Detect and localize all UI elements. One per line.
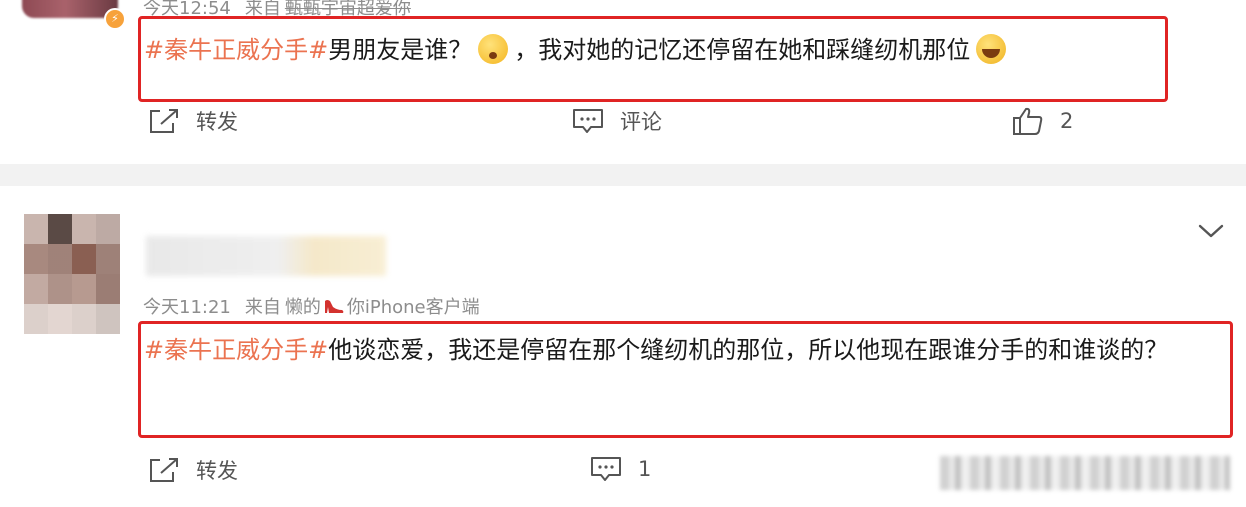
- verified-badge-icon: ⚡: [104, 8, 126, 30]
- comment-icon: [591, 457, 621, 481]
- repost-label: 转发: [196, 459, 238, 483]
- watermark-redacted: [940, 456, 1230, 490]
- topic-link[interactable]: #秦牛正威分手#: [144, 336, 328, 364]
- post-text: 他谈恋爱，我还是停留在那个缝纫机的那位，所以他现在跟谁分手的和谁谈的？: [328, 336, 1169, 364]
- post-separator: [0, 164, 1246, 186]
- comment-button[interactable]: 1: [590, 455, 651, 483]
- avatar[interactable]: [24, 214, 120, 334]
- post-text: ，我对她的记忆还停留在她和踩缝纫机那位: [514, 36, 971, 64]
- source-prefix: 来自: [244, 297, 281, 318]
- comment-label: 评论: [620, 110, 662, 134]
- chevron-down-icon: [1198, 224, 1224, 238]
- expand-button[interactable]: [1198, 222, 1224, 244]
- thumbs-up-icon: [1013, 107, 1043, 135]
- comment-count: 1: [638, 457, 652, 481]
- post-content: #秦牛正威分手#他谈恋爱，我还是停留在那个缝纫机的那位，所以他现在跟谁分手的和谁…: [144, 330, 1220, 370]
- comment-button[interactable]: 评论: [572, 106, 662, 136]
- post-time: 今天11:21: [143, 297, 231, 318]
- repost-button[interactable]: 转发: [148, 455, 238, 485]
- source-name[interactable]: 懒的: [285, 297, 321, 318]
- like-button[interactable]: 2: [1012, 106, 1073, 136]
- repost-button[interactable]: 转发: [148, 106, 238, 136]
- shocked-face-emoji: [478, 34, 509, 64]
- source-name[interactable]: 你iPhone客户端: [347, 297, 480, 318]
- topic-link[interactable]: #秦牛正威分手#: [144, 36, 328, 64]
- repost-icon: [150, 109, 178, 133]
- repost-icon: [150, 458, 178, 482]
- username-redacted[interactable]: [146, 236, 386, 276]
- repost-label: 转发: [196, 110, 238, 134]
- like-count: 2: [1060, 109, 1074, 133]
- post-meta: 今天11:21 来自 懒的 你iPhone客户端: [143, 293, 480, 319]
- laughing-crying-emoji: [976, 34, 1007, 64]
- comment-icon: [573, 109, 603, 133]
- red-high-heel-icon: [324, 300, 344, 313]
- post-content: #秦牛正威分手#男朋友是谁？ ，我对她的记忆还停留在她和踩缝纫机那位: [144, 30, 1012, 70]
- post-text: 男朋友是谁？: [328, 36, 473, 64]
